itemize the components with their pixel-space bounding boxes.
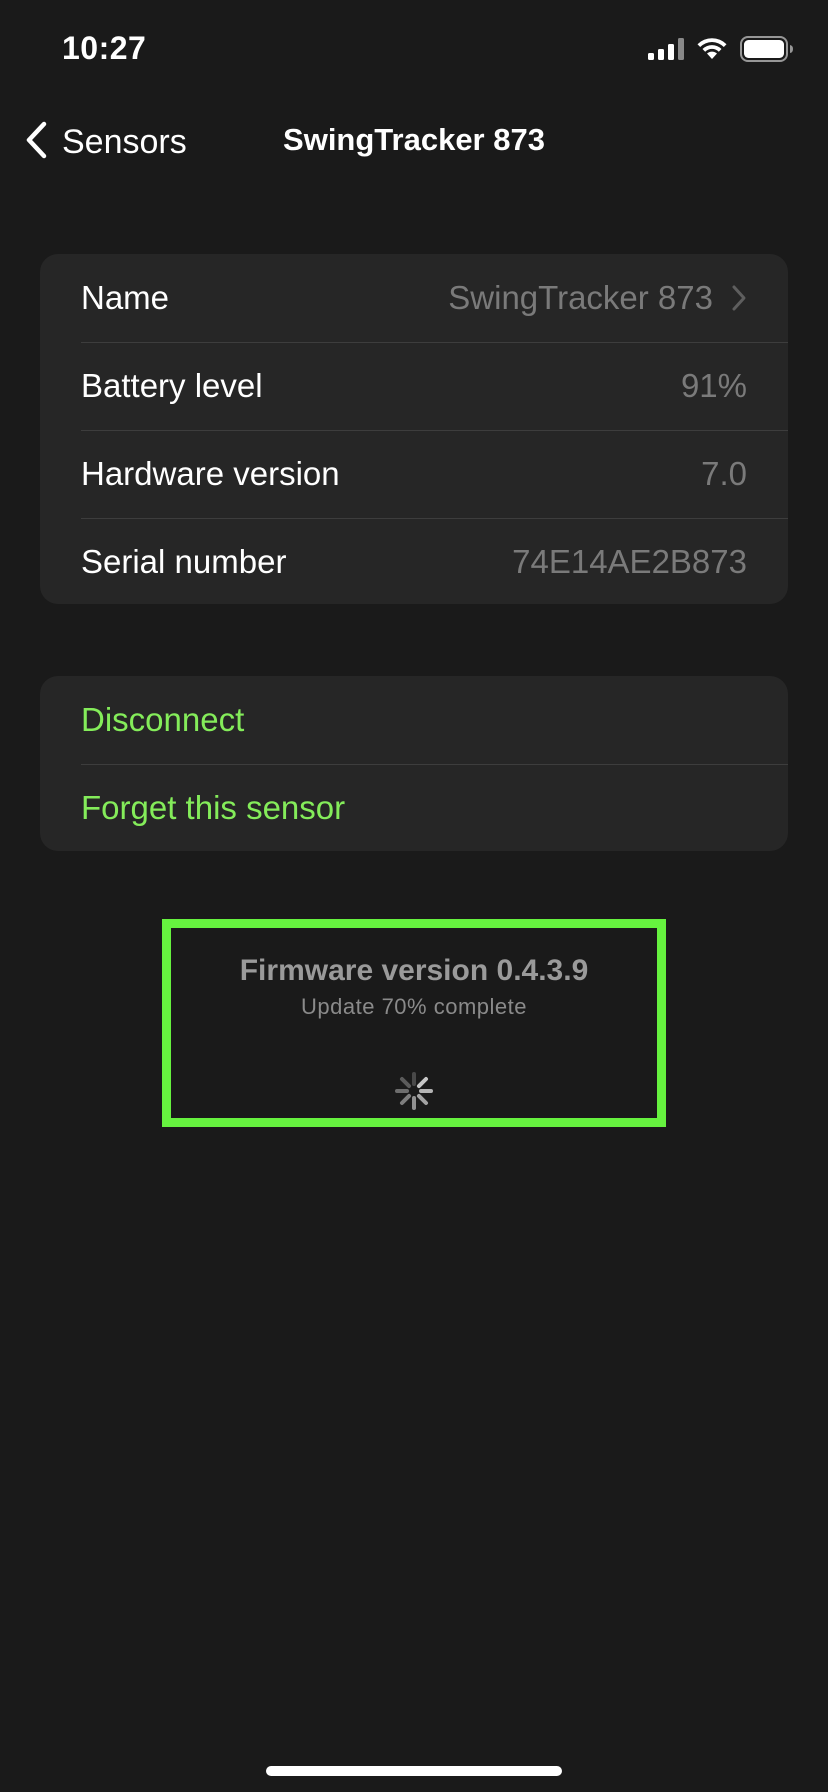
home-indicator[interactable] xyxy=(266,1766,562,1776)
wifi-icon xyxy=(696,37,728,66)
battery-icon xyxy=(740,36,794,67)
chevron-right-icon xyxy=(731,284,747,312)
page-title: SwingTracker 873 xyxy=(283,122,545,157)
name-row[interactable]: Name SwingTracker 873 xyxy=(40,254,788,342)
sensor-actions-card: Disconnect Forget this sensor xyxy=(40,676,788,851)
hardware-version-label: Hardware version xyxy=(81,455,340,492)
forget-sensor-button[interactable]: Forget this sensor xyxy=(40,764,788,851)
loading-spinner-icon xyxy=(393,1070,435,1112)
battery-level-label: Battery level xyxy=(81,367,263,404)
name-label: Name xyxy=(81,279,170,316)
sensor-info-card: Name SwingTracker 873 Battery level 91% … xyxy=(40,254,788,604)
firmware-version-label: Firmware version 0.4.3.9 xyxy=(239,954,589,987)
nav-bar: Sensors SwingTracker 873 xyxy=(0,100,828,180)
firmware-update-progress-text: Update 70% complete xyxy=(301,994,527,1019)
status-bar: 10:27 xyxy=(0,0,828,100)
hardware-version-row: Hardware version 7.0 xyxy=(40,430,788,518)
status-icons xyxy=(648,36,794,67)
disconnect-button[interactable]: Disconnect xyxy=(40,676,788,764)
status-time: 10:27 xyxy=(62,30,147,66)
forget-sensor-label: Forget this sensor xyxy=(81,789,346,826)
battery-level-row: Battery level 91% xyxy=(40,342,788,430)
signal-icon xyxy=(648,38,684,65)
name-value: SwingTracker 873 xyxy=(448,279,713,316)
battery-level-value: 91% xyxy=(680,367,747,404)
firmware-update-status: Firmware version 0.4.3.9 Update 70% comp… xyxy=(162,919,666,1127)
hardware-version-value: 7.0 xyxy=(701,455,747,492)
serial-number-label: Serial number xyxy=(81,543,287,580)
serial-number-row: Serial number 74E14AE2B873 xyxy=(40,518,788,604)
serial-number-value: 74E14AE2B873 xyxy=(512,543,747,580)
disconnect-label: Disconnect xyxy=(81,701,245,738)
